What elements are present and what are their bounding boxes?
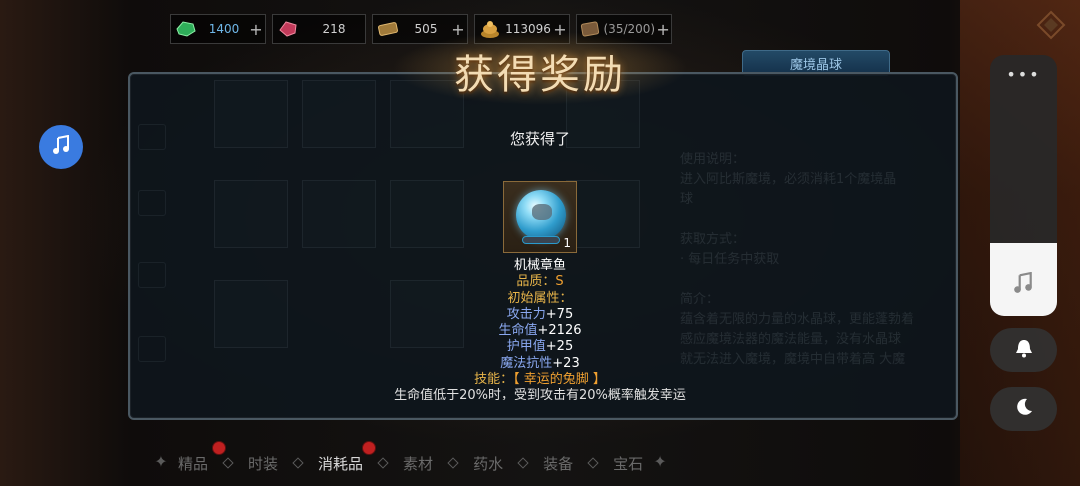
more-icon[interactable]: •••	[990, 65, 1057, 84]
tab-potions[interactable]: 药水	[467, 453, 509, 474]
tab-label: 时装	[248, 454, 279, 473]
separator-icon	[587, 457, 599, 469]
tab-label: 宝石	[613, 454, 644, 473]
music-button[interactable]	[39, 125, 83, 169]
tab-fashion[interactable]: 时装	[242, 453, 284, 474]
tab-label: 消耗品	[318, 454, 364, 473]
desc-line	[680, 210, 914, 230]
dialog-title: 获得奖励	[454, 52, 626, 98]
stat-attack: 攻击力+75	[360, 307, 720, 323]
bell-icon	[1013, 337, 1035, 363]
base-attr-label: 初始属性：	[507, 290, 573, 306]
item-skill: 技能：【 幸运的兔脚 】	[360, 372, 720, 388]
skill-description: 生命值低于20%时，受到攻击有20%概率触发幸运	[394, 388, 686, 401]
inventory-slot	[566, 180, 640, 248]
tab-gems[interactable]: 宝石	[607, 453, 649, 474]
dialog-subtitle: 您获得了	[509, 130, 570, 148]
side-tab	[138, 262, 166, 288]
inventory-slot	[302, 180, 376, 248]
notification-badge	[212, 440, 226, 455]
volume-slider[interactable]: •••	[990, 55, 1057, 316]
quality-value: S	[555, 274, 564, 290]
inventory-slot	[214, 280, 288, 348]
tab-label: 装备	[543, 454, 574, 473]
item-info: 机械章鱼 品质：S 初始属性： 攻击力+75 生命值+2126 护甲值+25 魔…	[360, 258, 720, 400]
desc-line: 使用说明：	[680, 152, 746, 167]
separator-icon	[292, 457, 304, 469]
tab-equipment[interactable]: 装备	[537, 453, 579, 474]
stat-value: +23	[552, 355, 580, 371]
tab-label: 药水	[473, 454, 504, 473]
stat-magic-resist: 魔法抗性+23	[360, 356, 720, 372]
music-note-icon	[1012, 271, 1034, 298]
left-ornament-icon: ✦	[154, 452, 168, 471]
item-name: 机械章鱼	[513, 258, 566, 273]
reward-item-slot[interactable]: 1	[503, 181, 577, 253]
inventory-slot	[214, 180, 288, 248]
skill-name: 【 幸运的兔脚 】	[513, 372, 606, 388]
stat-label: 生命值	[498, 323, 538, 339]
right-ornament-icon: ✦	[653, 452, 667, 471]
tab-label: 精品	[178, 454, 209, 473]
bell-button[interactable]	[990, 328, 1057, 372]
quality-label: 品质：	[516, 274, 556, 290]
stat-value: +2126	[537, 323, 582, 339]
desc-line: 获取方式：	[680, 232, 746, 247]
stat-label: 攻击力	[506, 306, 546, 322]
side-tab	[138, 190, 166, 216]
moon-button[interactable]	[990, 387, 1057, 431]
item-count: 1	[563, 236, 571, 250]
category-tabs: ✦ 精品 时装 消耗品 素材 药水 装备 宝石 ✦	[150, 440, 710, 476]
tab-consumables[interactable]: 消耗品	[312, 440, 377, 474]
inventory-slot	[214, 80, 288, 148]
stat-value: +25	[545, 339, 574, 355]
orb-core	[532, 204, 552, 220]
orb-base	[522, 236, 560, 244]
notification-badge	[362, 440, 377, 455]
stat-label: 护甲值	[506, 339, 546, 355]
skill-label: 技能：	[474, 372, 514, 388]
separator-icon	[517, 457, 529, 469]
inventory-slot	[390, 180, 464, 248]
side-tab	[138, 124, 166, 150]
desc-line: 球	[680, 192, 694, 207]
tab-premium[interactable]: 精品	[172, 440, 226, 474]
desc-line: 进入阿比斯魔境，必须消耗1个魔境晶	[680, 172, 897, 187]
item-quality: 品质：S	[360, 274, 720, 290]
moon-icon	[1013, 396, 1035, 422]
side-tab	[138, 336, 166, 362]
stat-value: +75	[545, 306, 574, 322]
music-note-icon	[51, 134, 71, 159]
separator-icon	[447, 457, 459, 469]
separator-icon	[377, 457, 389, 469]
stat-hp: 生命值+2126	[360, 323, 720, 339]
stat-armor: 护甲值+25	[360, 339, 720, 355]
tab-materials[interactable]: 素材	[397, 453, 439, 474]
stat-label: 魔法抗性	[500, 355, 553, 371]
separator-icon	[222, 457, 234, 469]
inventory-slot	[302, 80, 376, 148]
tab-label: 素材	[403, 454, 434, 473]
